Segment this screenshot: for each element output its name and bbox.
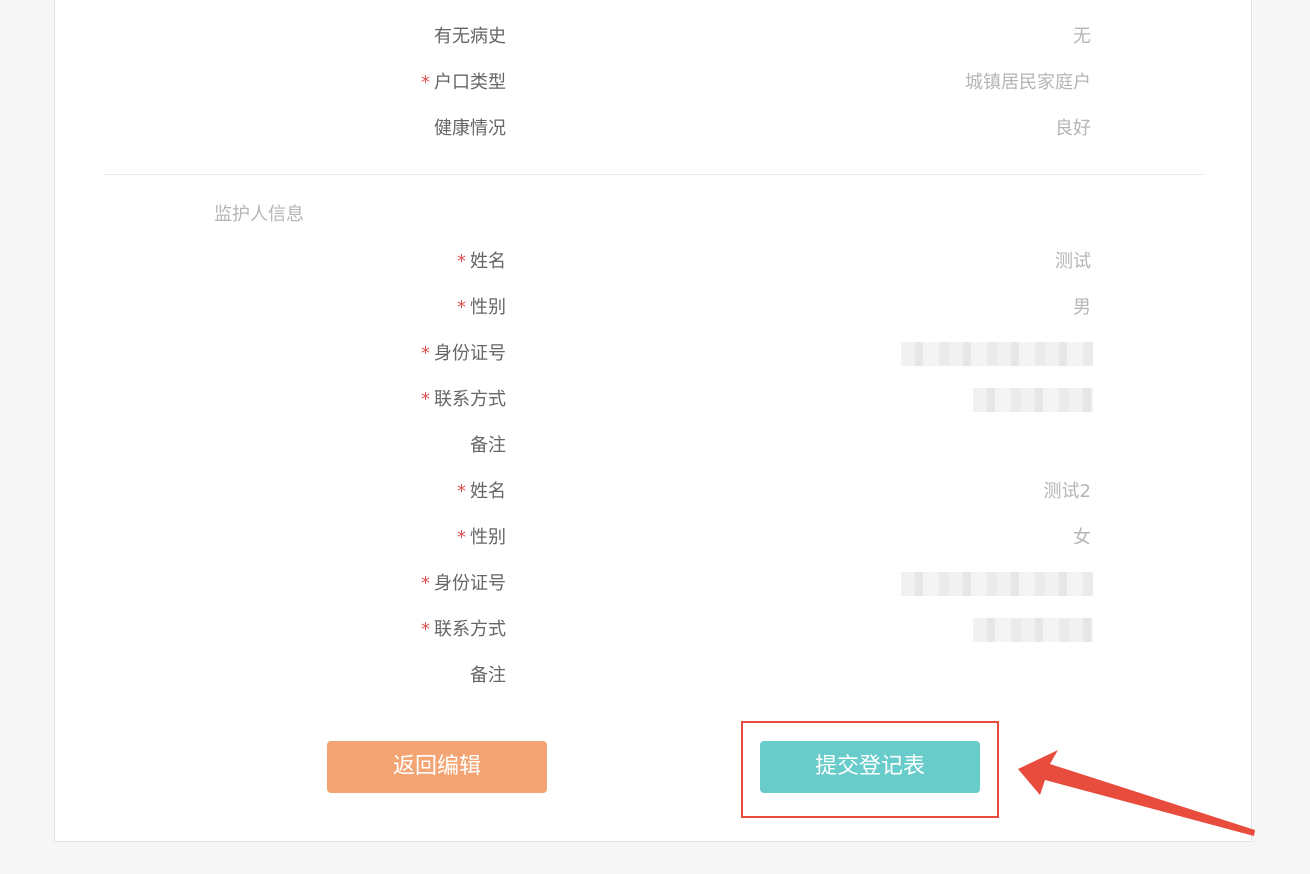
required-marker: * (457, 251, 466, 272)
guardian2-note-label: 备注 (470, 665, 506, 686)
household-type-row: * 户口类型 城镇居民家庭户 (55, 60, 1253, 106)
guardian1-note-label: 备注 (470, 435, 506, 456)
guardian1-gender-label: * 性别 (457, 297, 506, 318)
required-marker: * (421, 573, 430, 594)
required-marker: * (421, 389, 430, 410)
guardian1-name-label: * 姓名 (457, 251, 506, 272)
guardian1-id-label: * 身份证号 (421, 343, 506, 364)
required-marker: * (421, 619, 430, 640)
required-marker: * (457, 297, 466, 318)
back-to-edit-button[interactable]: 返回编辑 (327, 741, 547, 793)
required-marker: * (421, 72, 430, 93)
pointer-arrow-icon (1018, 750, 1255, 836)
required-marker: * (421, 343, 430, 364)
guardian1-phone-row: * 联系方式 (55, 377, 1253, 423)
health-row: 健康情况 良好 (55, 106, 1253, 152)
guardian2-phone-row: * 联系方式 (55, 607, 1253, 653)
guardian2-note-row: 备注 (55, 653, 1253, 699)
guardian1-name-value: 测试 (1055, 251, 1091, 272)
history-label: 有无病史 (434, 26, 506, 47)
guardian1-phone-redacted (973, 388, 1093, 412)
guardian2-id-redacted (901, 572, 1093, 596)
guardian1-gender-row: * 性别 男 (55, 285, 1253, 331)
guardian2-gender-label: * 性别 (457, 527, 506, 548)
guardian2-id-label: * 身份证号 (421, 573, 506, 594)
history-row: 有无病史 无 (55, 14, 1253, 60)
guardian1-gender-value: 男 (1073, 297, 1091, 318)
health-label: 健康情况 (434, 118, 506, 139)
history-value: 无 (1073, 26, 1091, 47)
guardian2-name-label: * 姓名 (457, 481, 506, 502)
guardian2-id-row: * 身份证号 (55, 561, 1253, 607)
required-marker: * (457, 481, 466, 502)
submit-form-button[interactable]: 提交登记表 (760, 741, 980, 793)
section-divider (104, 174, 1204, 175)
guardian2-phone-label: * 联系方式 (421, 619, 506, 640)
guardian2-name-value: 测试2 (1043, 481, 1091, 502)
household-type-value: 城镇居民家庭户 (965, 72, 1091, 93)
registration-form-card: 有无病史 无 * 户口类型 城镇居民家庭户 健康情况 良好 监护人信息 * 姓名 测… (54, 0, 1252, 842)
guardian1-phone-label: * 联系方式 (421, 389, 506, 410)
guardian1-id-redacted (901, 342, 1093, 366)
guardian2-gender-row: * 性别 女 (55, 515, 1253, 561)
health-value: 良好 (1055, 118, 1091, 139)
guardian1-name-row: * 姓名 测试 (55, 239, 1253, 285)
guardian1-note-row: 备注 (55, 423, 1253, 469)
guardian-section-title: 监护人信息 (214, 204, 304, 225)
guardian2-name-row: * 姓名 测试2 (55, 469, 1253, 515)
required-marker: * (457, 527, 466, 548)
guardian2-gender-value: 女 (1073, 527, 1091, 548)
guardian1-id-row: * 身份证号 (55, 331, 1253, 377)
household-type-label: * 户口类型 (421, 72, 506, 93)
guardian2-phone-redacted (973, 618, 1093, 642)
